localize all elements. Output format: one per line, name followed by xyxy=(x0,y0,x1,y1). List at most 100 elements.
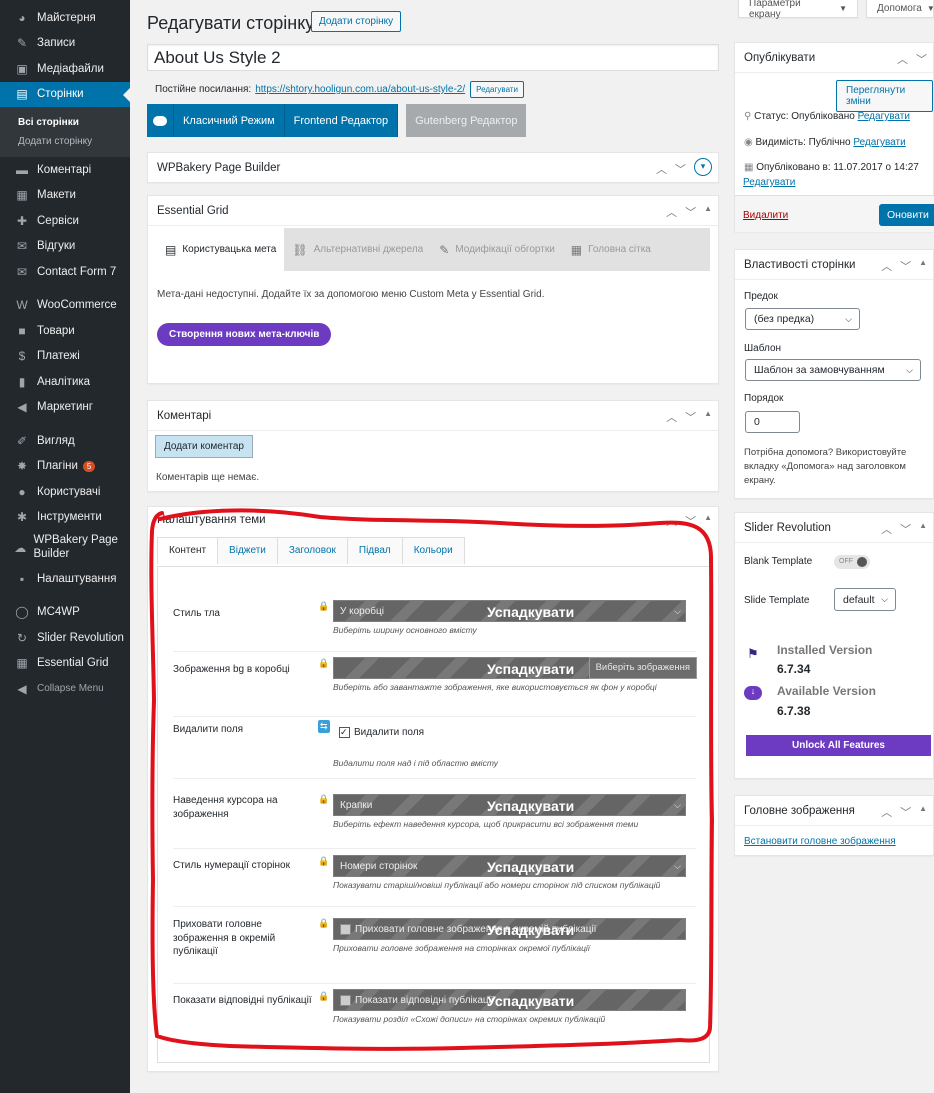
sidebar-item-users[interactable]: ● Користувачі xyxy=(0,479,130,505)
preview-changes-button[interactable]: Переглянути зміни xyxy=(836,80,933,112)
tab-colors[interactable]: Кольори xyxy=(401,537,465,564)
setting-field[interactable]: Успадкувати Виберіть зображення xyxy=(333,657,697,679)
permalink-edit-button[interactable]: Редагувати xyxy=(470,81,524,98)
chevron-down-icon[interactable]: ﹀ xyxy=(685,513,696,529)
edit-date-link[interactable]: Редагувати xyxy=(743,177,795,188)
chevron-down-icon[interactable]: ﹀ xyxy=(900,804,911,820)
set-featured-image-link[interactable]: Встановити головне зображення xyxy=(744,836,896,847)
template-select[interactable]: Шаблон за замовчуванням ⌵ xyxy=(745,359,921,381)
lock-icon[interactable]: 🔒 xyxy=(318,794,329,805)
lock-icon[interactable]: 🔒 xyxy=(318,991,329,1002)
slide-template-select[interactable]: default ⌵ xyxy=(834,588,896,611)
tab-custom-meta[interactable]: ▤ Користувацька мета xyxy=(157,228,285,271)
lock-icon[interactable]: 🔒 xyxy=(318,856,329,867)
edit-status-link[interactable]: Редагувати xyxy=(858,111,910,122)
chevron-down-icon[interactable]: ﹀ xyxy=(900,521,911,537)
add-page-button[interactable]: Додати сторінку xyxy=(311,11,402,32)
parent-select[interactable]: (без предка) ⌵ xyxy=(745,308,860,330)
sidebar-item-posts[interactable]: ✎ Записи xyxy=(0,31,130,57)
chevron-up-icon[interactable]: ︿ xyxy=(897,51,908,67)
sidebar-item-cf7[interactable]: ✉ Contact Form 7 xyxy=(0,259,130,285)
setting-field[interactable]: Номери сторінок Успадкувати ⌵ xyxy=(333,855,686,877)
sidebar-item-mc4wp[interactable]: ◯ MC4WP xyxy=(0,600,130,626)
chevron-down-icon[interactable]: ﹀ xyxy=(916,51,927,67)
sidebar-item-egrid[interactable]: ▦ Essential Grid xyxy=(0,651,130,677)
sidebar-item-appearance[interactable]: ✐ Вигляд xyxy=(0,428,130,454)
chevron-up-icon[interactable]: ︿ xyxy=(666,513,677,529)
triangle-up-icon[interactable]: ▲ xyxy=(704,204,712,220)
sidebar-item-woo[interactable]: W WooCommerce xyxy=(0,293,130,319)
checkbox[interactable] xyxy=(340,994,351,1006)
tab-footer[interactable]: Підвал xyxy=(346,537,403,564)
chevron-up-icon[interactable]: ︿ xyxy=(666,204,677,220)
chevron-up-icon[interactable]: ︿ xyxy=(881,258,892,274)
chevron-down-icon[interactable]: ﹀ xyxy=(900,258,911,274)
sidebar-item-reviews[interactable]: ✉ Відгуки xyxy=(0,234,130,260)
post-title-input[interactable]: About Us Style 2 xyxy=(147,44,719,71)
chevron-up-icon[interactable]: ︿ xyxy=(656,161,667,177)
lock-icon[interactable]: 🔒 xyxy=(318,601,329,612)
tab-wrapper-mods[interactable]: ✎ Модифікації обгортки xyxy=(431,228,563,271)
checkbox[interactable]: ✓ xyxy=(339,726,350,738)
sidebar-item-media[interactable]: ▣ Медіафайли xyxy=(0,56,130,82)
sidebar-item-products[interactable]: ■ Товари xyxy=(0,318,130,344)
setting-field[interactable]: Крапки Успадкувати ⌵ xyxy=(333,794,686,816)
chevron-down-icon[interactable]: ﹀ xyxy=(685,409,696,425)
update-button[interactable]: Оновити xyxy=(879,204,934,226)
delete-link[interactable]: Видалити xyxy=(743,210,788,221)
chevron-up-icon[interactable]: ︿ xyxy=(666,409,677,425)
tab-widgets[interactable]: Віджети xyxy=(217,537,278,564)
chevron-down-icon[interactable]: ﹀ xyxy=(685,204,696,220)
tab-main-grid[interactable]: ▦ Головна сітка xyxy=(563,228,659,271)
setting-field[interactable]: ✓ Видалити поля xyxy=(333,721,686,743)
help-button[interactable]: Допомога ▼ xyxy=(866,0,934,18)
sidebar-item-tools[interactable]: ✱ Інструменти xyxy=(0,505,130,531)
blank-template-toggle[interactable]: OFF xyxy=(834,555,870,569)
submenu-item[interactable]: Всі сторінки xyxy=(0,113,130,132)
chevron-down-icon[interactable]: ﹀ xyxy=(675,161,686,177)
create-meta-keys-button[interactable]: Створення нових мета-ключів xyxy=(157,323,332,346)
frontend-editor-button[interactable]: Frontend Редактор xyxy=(284,104,399,137)
unlock-features-button[interactable]: Unlock All Features xyxy=(746,735,931,756)
permalink-link[interactable]: https://shtory.hooligun.com.ua/about-us-… xyxy=(255,84,465,95)
triangle-up-icon[interactable]: ▲ xyxy=(919,521,927,537)
chevron-up-icon[interactable]: ︿ xyxy=(881,804,892,820)
sidebar-item-settings[interactable]: ▪ Налаштування xyxy=(0,566,130,592)
add-comment-button[interactable]: Додати коментар xyxy=(155,435,253,458)
sidebar-item-marketing[interactable]: ◀ Маркетинг xyxy=(0,395,130,421)
setting-field[interactable]: У коробці Успадкувати ⌵ xyxy=(333,600,686,622)
tab-content[interactable]: Контент xyxy=(157,537,219,564)
sidebar-item-pages[interactable]: ▤ Сторінки xyxy=(0,81,130,107)
lock-icon[interactable]: 🔒 xyxy=(318,658,329,669)
triangle-up-icon[interactable]: ▲ xyxy=(704,513,712,529)
checkbox[interactable] xyxy=(340,923,351,935)
screen-options-button[interactable]: Параметри екрану ▼ xyxy=(738,0,858,20)
lock-icon[interactable]: 🔒 xyxy=(318,918,329,929)
sidebar-item-comments[interactable]: ▬ Коментарі xyxy=(0,157,130,183)
sidebar-item-plugins[interactable]: ✸ Плагіни 5 xyxy=(0,454,130,480)
sidebar-item-analytics[interactable]: ▮ Аналітика xyxy=(0,369,130,395)
order-input[interactable]: 0 xyxy=(745,411,800,433)
sidebar-item-collapse[interactable]: ◀ Collapse Menu xyxy=(0,676,130,702)
circle-toggle-icon[interactable]: ▾ xyxy=(694,158,712,176)
setting-field[interactable]: Показати відповідні публікації Успадкуват… xyxy=(333,989,686,1011)
gutenberg-editor-button[interactable]: Gutenberg Редактор xyxy=(406,104,527,137)
sidebar-item-services[interactable]: ✚ Сервіси xyxy=(0,208,130,234)
sidebar-item-dashboard[interactable]: ◕ Майстерня xyxy=(0,5,130,31)
triangle-up-icon[interactable]: ▲ xyxy=(919,258,927,274)
triangle-up-icon[interactable]: ▲ xyxy=(919,804,927,820)
triangle-up-icon[interactable]: ▲ xyxy=(704,409,712,425)
sidebar-item-layouts[interactable]: ▦ Макети xyxy=(0,183,130,209)
edit-visibility-link[interactable]: Редагувати xyxy=(853,137,905,148)
sidebar-item-wpbakery[interactable]: ☁ WPBakery Page Builder xyxy=(0,530,130,566)
chevron-up-icon[interactable]: ︿ xyxy=(881,521,892,537)
submenu-item[interactable]: Додати сторінку xyxy=(0,132,130,151)
sidebar-item-slider[interactable]: ↻ Slider Revolution xyxy=(0,625,130,651)
tab-header[interactable]: Заголовок xyxy=(276,537,348,564)
classic-mode-button[interactable]: Класичний Режим xyxy=(174,104,285,137)
select-image-button[interactable]: Виберіть зображення xyxy=(588,657,697,679)
setting-field[interactable]: Приховати головне зображення в окремій п… xyxy=(333,918,686,940)
sidebar-item-payments[interactable]: $ Платежі xyxy=(0,344,130,370)
unlock-icon[interactable]: ⇆ xyxy=(318,720,330,733)
tab-alternative-sources[interactable]: ⛓ Альтернативні джерела xyxy=(284,228,431,271)
